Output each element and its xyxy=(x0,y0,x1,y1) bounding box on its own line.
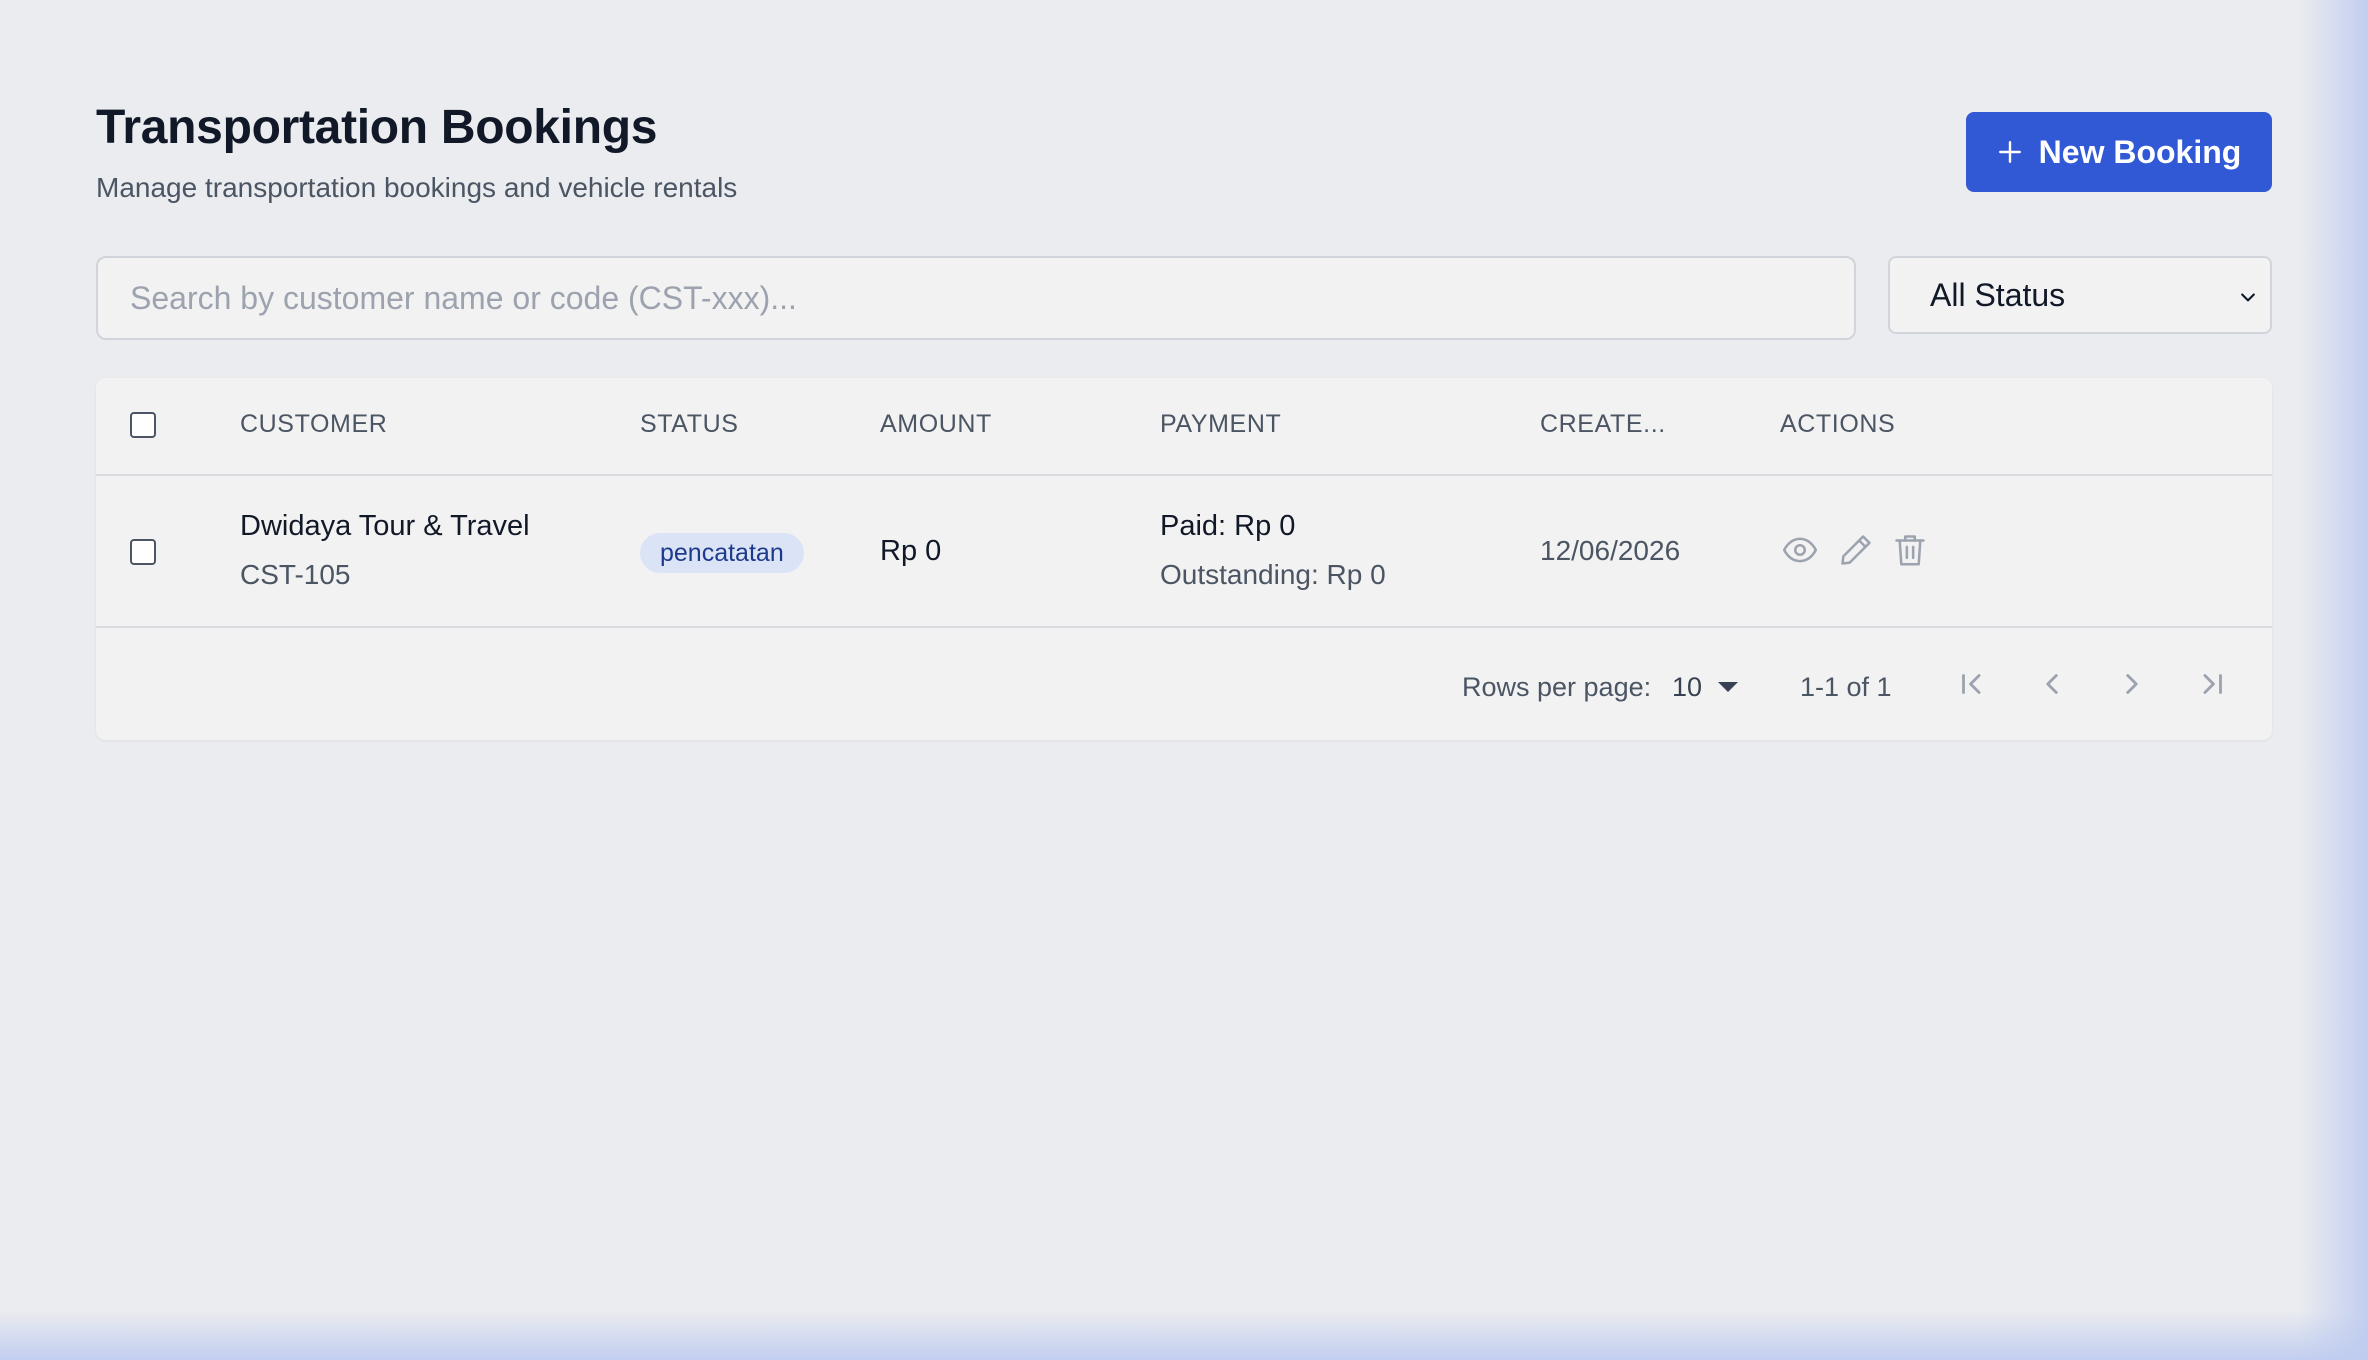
chevron-left-icon xyxy=(2046,674,2058,694)
column-header-created[interactable]: CREATE... xyxy=(1540,410,1666,439)
first-page-button[interactable] xyxy=(1952,664,1992,704)
bookings-table: CUSTOMER STATUS AMOUNT PAYMENT CREATE...… xyxy=(96,378,2272,740)
rows-per-page-select[interactable]: 10 xyxy=(1672,672,1702,703)
view-button[interactable] xyxy=(1780,530,1820,570)
pagination-range: 1-1 of 1 xyxy=(1800,672,1892,702)
first-page-icon xyxy=(1962,674,1981,694)
payment-outstanding: Outstanding: Rp 0 xyxy=(1160,559,1386,590)
search-input[interactable] xyxy=(96,256,1856,340)
last-page-icon xyxy=(2203,674,2222,694)
table-pagination: Rows per page: 10 1-1 of 1 xyxy=(96,630,2272,740)
last-page-button[interactable] xyxy=(2192,664,2232,704)
edit-button[interactable] xyxy=(1836,530,1876,570)
window-edge-right xyxy=(2298,0,2368,1360)
column-header-payment[interactable]: PAYMENT xyxy=(1160,410,1281,439)
created-date: 12/06/2026 xyxy=(1540,535,1681,566)
page-subtitle: Manage transportation bookings and vehic… xyxy=(96,172,738,203)
payment-paid: Paid: Rp 0 xyxy=(1160,510,1296,542)
next-page-button[interactable] xyxy=(2112,664,2152,704)
chevron-down-icon xyxy=(2241,293,2255,302)
rows-per-page-label: Rows per page: xyxy=(1462,672,1652,702)
page-title: Transportation Bookings xyxy=(96,101,658,154)
table-header: CUSTOMER STATUS AMOUNT PAYMENT CREATE...… xyxy=(96,378,2272,476)
delete-button[interactable] xyxy=(1890,530,1930,570)
table-row[interactable]: Dwidaya Tour & Travel CST-105 pencatatan… xyxy=(96,476,2272,628)
chevron-right-icon xyxy=(2126,674,2138,694)
column-header-status[interactable]: STATUS xyxy=(640,410,739,439)
row-checkbox[interactable] xyxy=(130,539,156,565)
customer-code: CST-105 xyxy=(240,559,351,590)
trash-icon xyxy=(1895,535,1925,566)
pencil-icon xyxy=(1841,535,1871,565)
caret-down-icon[interactable] xyxy=(1718,682,1738,692)
eye-icon xyxy=(1782,537,1818,563)
status-badge: pencatatan xyxy=(640,533,804,573)
column-header-customer[interactable]: CUSTOMER xyxy=(240,410,387,439)
plus-icon xyxy=(1998,141,2021,163)
new-booking-button[interactable]: New Booking xyxy=(1966,112,2272,192)
select-all-checkbox[interactable] xyxy=(130,412,156,438)
previous-page-button[interactable] xyxy=(2032,664,2072,704)
status-filter-value: All Status xyxy=(1930,276,2066,313)
window-edge-bottom xyxy=(0,1310,2368,1360)
column-header-amount[interactable]: AMOUNT xyxy=(880,410,992,439)
column-header-actions: ACTIONS xyxy=(1780,410,1896,438)
customer-name: Dwidaya Tour & Travel xyxy=(240,510,530,542)
amount-value: Rp 0 xyxy=(880,535,942,567)
status-filter-select[interactable]: All Status xyxy=(1888,256,2272,334)
new-booking-label: New Booking xyxy=(2038,133,2242,170)
